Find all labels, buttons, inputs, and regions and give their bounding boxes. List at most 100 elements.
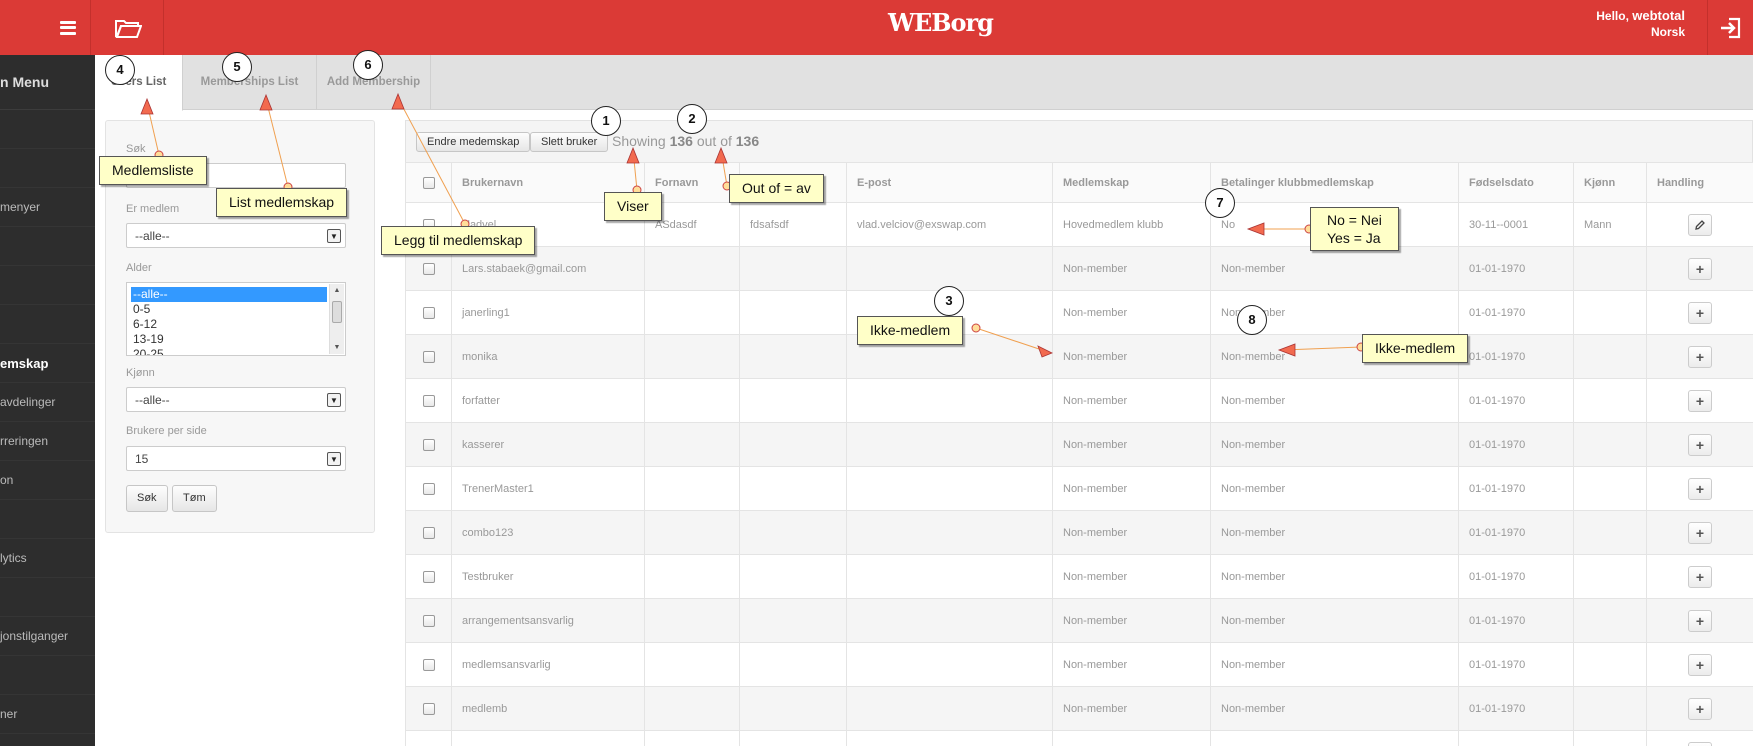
table-cell: 01-01-1970 bbox=[1458, 554, 1574, 599]
sidebar-item[interactable]: menyer bbox=[0, 188, 95, 227]
clear-button[interactable]: Tøm bbox=[172, 485, 217, 512]
table-cell: 01-01-1970 bbox=[1458, 334, 1574, 379]
scroll-thumb[interactable] bbox=[332, 301, 342, 323]
row-checkbox-cell[interactable] bbox=[405, 378, 452, 423]
table-row[interactable]: arrangementsansvarlig Non-member Non-membe… bbox=[405, 598, 1753, 643]
add-membership-button[interactable]: + bbox=[1688, 389, 1712, 412]
sidebar-item[interactable] bbox=[0, 578, 95, 617]
table-row[interactable]: Lars.stabaek@gmail.com Non-member Non-memb… bbox=[405, 246, 1753, 291]
sidebar-item[interactable]: on bbox=[0, 461, 95, 500]
row-checkbox[interactable] bbox=[422, 658, 435, 671]
language-selector[interactable]: Norsk bbox=[1596, 24, 1685, 40]
column-header[interactable]: Medlemskap bbox=[1052, 162, 1211, 203]
table-row[interactable]: kasserer Non-member Non-member 01-01-1970 + bbox=[405, 422, 1753, 467]
sidebar-item[interactable] bbox=[0, 149, 95, 188]
table-row[interactable]: Testbruker Non-member Non-member 01-01-1970… bbox=[405, 554, 1753, 599]
username[interactable]: webtotal bbox=[1632, 8, 1685, 23]
table-cell bbox=[644, 598, 740, 643]
search-button[interactable]: Søk bbox=[126, 485, 168, 512]
alder-option[interactable]: 0-5 bbox=[127, 302, 329, 317]
alder-option[interactable]: 20-25 bbox=[127, 347, 329, 355]
edit-button[interactable] bbox=[1688, 213, 1712, 236]
plus-icon: + bbox=[1695, 436, 1705, 453]
sidebar-item[interactable]: avdelinger bbox=[0, 383, 95, 422]
row-checkbox[interactable] bbox=[422, 438, 435, 451]
alder-option[interactable]: 13-19 bbox=[127, 332, 329, 347]
folder-button[interactable] bbox=[92, 0, 164, 55]
change-membership-button[interactable]: Endre medemskap bbox=[416, 132, 531, 152]
add-membership-button[interactable]: + bbox=[1688, 609, 1712, 632]
alder-listbox[interactable]: --alle-- 0-5 6-12 13-19 20-25 ▲ ▼ bbox=[126, 282, 346, 356]
menu-toggle-button[interactable] bbox=[45, 0, 91, 55]
row-checkbox[interactable] bbox=[422, 306, 435, 319]
row-checkbox-cell[interactable] bbox=[405, 334, 452, 379]
row-checkbox-cell[interactable] bbox=[405, 554, 452, 599]
alder-option[interactable]: --alle-- bbox=[131, 287, 327, 302]
add-membership-button[interactable]: + bbox=[1688, 257, 1712, 280]
table-row[interactable]: + bbox=[405, 730, 1753, 746]
table-row[interactable]: janerling1Non-memberNon-member01-01-1970… bbox=[405, 290, 1753, 335]
row-checkbox-cell[interactable] bbox=[405, 686, 452, 731]
sidebar-item[interactable]: lytics bbox=[0, 539, 95, 578]
row-checkbox-cell[interactable] bbox=[405, 598, 452, 643]
row-checkbox-cell[interactable] bbox=[405, 730, 452, 746]
table-row[interactable]: combo123 Non-member Non-member 01-01-1970 + bbox=[405, 510, 1753, 555]
delete-user-button[interactable]: Slett bruker bbox=[530, 132, 609, 152]
row-checkbox[interactable] bbox=[422, 614, 435, 627]
sidebar-item[interactable] bbox=[0, 266, 95, 305]
sidebar-item[interactable] bbox=[0, 110, 95, 149]
table-row[interactable]: TrenerMaster1 Non-member Non-member 01-01-1… bbox=[405, 466, 1753, 511]
add-membership-button[interactable]: + bbox=[1688, 653, 1712, 676]
add-membership-button[interactable]: + bbox=[1688, 697, 1712, 720]
column-header[interactable]: Handling bbox=[1646, 162, 1753, 203]
column-header[interactable]: Fødselsdato bbox=[1458, 162, 1574, 203]
row-checkbox[interactable] bbox=[422, 526, 435, 539]
row-checkbox[interactable] bbox=[422, 570, 435, 583]
sidebar-item[interactable]: emskap bbox=[0, 344, 95, 383]
table-cell: vlad.velciov@exswap.com bbox=[846, 202, 1053, 247]
table-row[interactable]: medlemb Non-member Non-member 01-01-1970 + bbox=[405, 686, 1753, 731]
hamburger-icon bbox=[59, 20, 76, 35]
listbox-scrollbar[interactable]: ▲ ▼ bbox=[329, 284, 344, 354]
select-all-checkbox-cell[interactable] bbox=[405, 162, 452, 203]
logout-button[interactable] bbox=[1707, 0, 1753, 55]
table-row[interactable]: monika Non-member Non-member 01-01-1970 + bbox=[405, 334, 1753, 379]
sidebar-item[interactable]: jonstilganger bbox=[0, 617, 95, 656]
column-header[interactable]: Betalinger klubbmedlemskap bbox=[1210, 162, 1459, 203]
table-cell bbox=[644, 466, 740, 511]
add-membership-button[interactable]: + bbox=[1688, 477, 1712, 500]
row-checkbox-cell[interactable] bbox=[405, 466, 452, 511]
sidebar-item[interactable] bbox=[0, 656, 95, 695]
kjonn-select[interactable]: --alle-- ▼ bbox=[126, 387, 346, 412]
sidebar-item[interactable]: rreringen bbox=[0, 422, 95, 461]
row-checkbox[interactable] bbox=[422, 702, 435, 715]
row-checkbox-cell[interactable] bbox=[405, 510, 452, 555]
alder-option[interactable]: 6-12 bbox=[127, 317, 329, 332]
sidebar-item[interactable]: ner bbox=[0, 695, 95, 734]
add-membership-button[interactable]: + bbox=[1688, 345, 1712, 368]
table-row[interactable]: forfatter Non-member Non-member 01-01-1970 + bbox=[405, 378, 1753, 423]
er-medlem-select[interactable]: --alle-- ▼ bbox=[126, 223, 346, 248]
add-membership-button[interactable]: + bbox=[1688, 433, 1712, 456]
scroll-down-icon[interactable]: ▼ bbox=[330, 341, 344, 354]
row-checkbox[interactable] bbox=[422, 394, 435, 407]
add-membership-button[interactable]: + bbox=[1688, 741, 1712, 746]
row-checkbox[interactable] bbox=[422, 350, 435, 363]
select-all-checkbox[interactable] bbox=[422, 176, 435, 189]
add-membership-button[interactable]: + bbox=[1688, 301, 1712, 324]
row-checkbox-cell[interactable] bbox=[405, 290, 452, 335]
per-side-select[interactable]: 15 ▼ bbox=[126, 446, 346, 471]
sidebar-item[interactable] bbox=[0, 305, 95, 344]
add-membership-button[interactable]: + bbox=[1688, 521, 1712, 544]
row-checkbox-cell[interactable] bbox=[405, 422, 452, 467]
sidebar-item[interactable] bbox=[0, 227, 95, 266]
scroll-up-icon[interactable]: ▲ bbox=[330, 284, 344, 297]
add-membership-button[interactable]: + bbox=[1688, 565, 1712, 588]
column-header[interactable]: Kjønn bbox=[1573, 162, 1647, 203]
row-checkbox-cell[interactable] bbox=[405, 642, 452, 687]
table-row[interactable]: medlemsansvarlig Non-member Non-member 01-0… bbox=[405, 642, 1753, 687]
row-checkbox[interactable] bbox=[422, 482, 435, 495]
row-checkbox[interactable] bbox=[422, 262, 435, 275]
sidebar-item[interactable] bbox=[0, 500, 95, 539]
column-header[interactable]: E-post bbox=[846, 162, 1053, 203]
